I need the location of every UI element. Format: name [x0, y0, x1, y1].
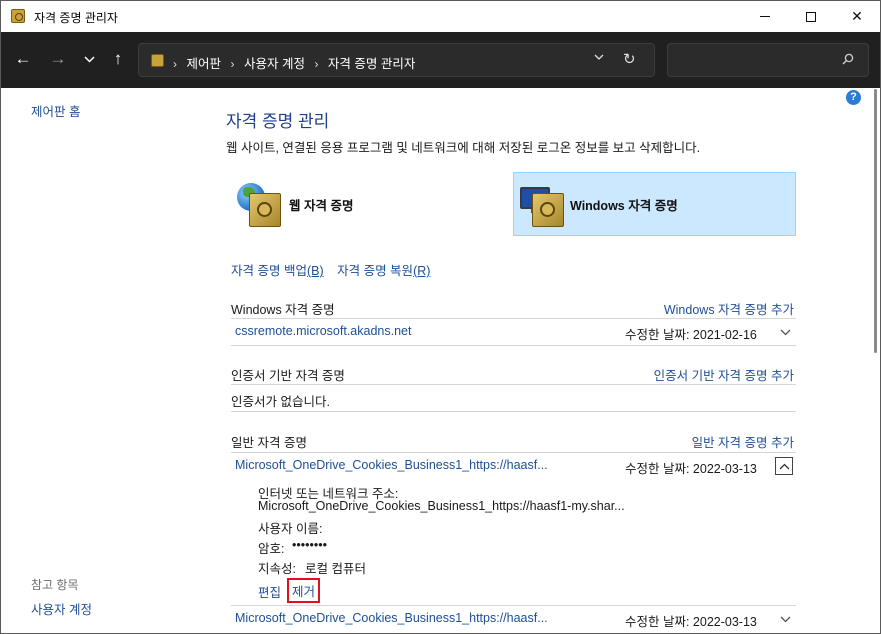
divider — [231, 318, 796, 319]
breadcrumb-control-panel[interactable]: 제어판 — [186, 57, 221, 71]
divider — [231, 452, 796, 453]
refresh-button[interactable]: ↻ — [623, 50, 636, 68]
backup-credentials-link[interactable]: 자격 증명 백업(B) — [231, 264, 324, 278]
username-label: 사용자 이름: — [258, 522, 323, 536]
window-title: 자격 증명 관리자 — [34, 11, 118, 25]
divider — [231, 605, 796, 606]
minimize-icon — [760, 16, 770, 17]
arrow-right-icon: → — [49, 49, 67, 68]
backup-restore-links: 자격 증명 백업(B) 자격 증명 복원(R) — [231, 260, 440, 279]
windows-credential-entry-name[interactable]: cssremote.microsoft.akadns.net — [235, 324, 411, 338]
close-icon: ✕ — [851, 8, 863, 24]
breadcrumb-credential-manager[interactable]: 자격 증명 관리자 — [328, 57, 415, 71]
breadcrumb: › 제어판 › 사용자 계정 › 자격 증명 관리자 — [173, 53, 421, 72]
restore-link-text: 자격 증명 복원 — [337, 264, 414, 278]
breadcrumb-separator: › — [230, 57, 235, 71]
divider — [231, 384, 796, 385]
divider — [231, 345, 796, 346]
chevron-up-icon — [779, 463, 789, 469]
generic-credential-entry-date: 수정한 날짜: 2022-03-13 — [625, 462, 757, 476]
persistence-value: 로컬 컴퓨터 — [305, 562, 366, 576]
chevron-down-icon — [780, 329, 790, 335]
add-windows-credential-link[interactable]: Windows 자격 증명 추가 — [664, 299, 794, 318]
breadcrumb-user-accounts[interactable]: 사용자 계정 — [244, 57, 305, 71]
windows-credentials-tile[interactable]: Windows 자격 증명 — [513, 172, 796, 236]
recent-locations-button[interactable] — [75, 46, 103, 72]
maximize-button[interactable] — [788, 1, 834, 32]
generic-credential-entry-date: 수정한 날짜: 2022-03-13 — [625, 615, 757, 629]
arrow-up-icon: ↑ — [113, 49, 123, 68]
edit-credential-button[interactable]: 편집 — [258, 582, 281, 601]
address-dropdown-button[interactable] — [594, 52, 604, 63]
windows-credentials-label: Windows 자격 증명 — [570, 198, 678, 213]
windows-credentials-header: Windows 자격 증명 — [231, 303, 335, 317]
search-icon — [842, 53, 854, 65]
add-generic-credential-link[interactable]: 일반 자격 증명 추가 — [692, 432, 794, 451]
remove-credential-button[interactable]: 제거 — [287, 578, 321, 603]
up-button[interactable]: ↑ — [104, 46, 132, 72]
refresh-icon: ↻ — [623, 51, 636, 68]
generic-credential-entry-name[interactable]: Microsoft_OneDrive_Cookies_Business1_htt… — [235, 458, 548, 472]
no-certificates-text: 인증서가 없습니다. — [231, 395, 330, 409]
backup-link-key: (B) — [306, 264, 324, 278]
breadcrumb-separator: › — [314, 57, 319, 71]
title-bar: 자격 증명 관리자 ✕ — [1, 1, 880, 32]
see-also-heading: 참고 항목 — [31, 578, 79, 592]
arrow-left-icon: ← — [14, 49, 32, 68]
minimize-button[interactable] — [742, 1, 788, 32]
add-certificate-credential-link[interactable]: 인증서 기반 자격 증명 추가 — [654, 365, 794, 384]
page-title: 자격 증명 관리 — [226, 112, 330, 131]
collapse-button[interactable] — [775, 457, 793, 475]
address-bar[interactable]: › 제어판 › 사용자 계정 › 자격 증명 관리자 ↻ — [138, 43, 655, 77]
web-credential-vault-icon — [237, 179, 281, 229]
expand-button[interactable] — [776, 323, 794, 341]
password-value: •••••••• — [292, 538, 328, 552]
backup-link-text: 자격 증명 백업 — [231, 264, 307, 278]
restore-credentials-link[interactable]: 자격 증명 복원(R) — [337, 264, 430, 278]
network-address-value: Microsoft_OneDrive_Cookies_Business1_htt… — [258, 499, 625, 513]
maximize-icon — [806, 11, 816, 22]
chevron-down-icon — [594, 54, 604, 60]
persistence-label: 지속성: — [258, 562, 296, 576]
control-panel-icon — [151, 54, 164, 67]
certificate-credentials-header: 인증서 기반 자격 증명 — [231, 369, 345, 383]
credential-manager-window: 자격 증명 관리자 ✕ ← → ↑ › 제어판 › 사용자 계정 › 자격 증명… — [0, 0, 881, 634]
generic-credential-entry-name[interactable]: Microsoft_OneDrive_Cookies_Business1_htt… — [235, 611, 548, 625]
page-description: 웹 사이트, 연결된 응용 프로그램 및 네트워크에 대해 저장된 로그온 정보… — [226, 141, 701, 155]
left-pane: 제어판 홈 참고 항목 사용자 계정 — [1, 88, 206, 633]
restore-link-key: (R) — [413, 264, 431, 278]
vertical-scrollbar[interactable] — [874, 89, 877, 353]
web-credentials-tile[interactable]: 웹 자격 증명 — [231, 172, 514, 236]
web-credentials-label: 웹 자격 증명 — [289, 198, 354, 213]
credential-manager-app-icon — [11, 9, 25, 23]
back-button[interactable]: ← — [9, 46, 37, 72]
help-icon[interactable]: ? — [846, 90, 861, 105]
breadcrumb-separator: › — [173, 57, 177, 71]
forward-button[interactable]: → — [44, 46, 72, 72]
control-panel-home-link[interactable]: 제어판 홈 — [31, 101, 80, 120]
windows-credential-vault-icon — [520, 179, 564, 229]
search-input[interactable] — [667, 43, 869, 77]
close-button[interactable]: ✕ — [834, 1, 880, 32]
user-accounts-link[interactable]: 사용자 계정 — [31, 599, 92, 618]
password-label: 암호: — [258, 542, 285, 556]
navigation-bar: ← → ↑ › 제어판 › 사용자 계정 › 자격 증명 관리자 ↻ — [1, 32, 880, 88]
divider — [231, 411, 796, 412]
chevron-down-icon — [780, 616, 790, 622]
chevron-down-icon — [83, 55, 95, 63]
expand-button[interactable] — [776, 610, 794, 628]
windows-credential-entry-date: 수정한 날짜: 2021-02-16 — [625, 328, 757, 342]
generic-credentials-header: 일반 자격 증명 — [231, 436, 307, 450]
